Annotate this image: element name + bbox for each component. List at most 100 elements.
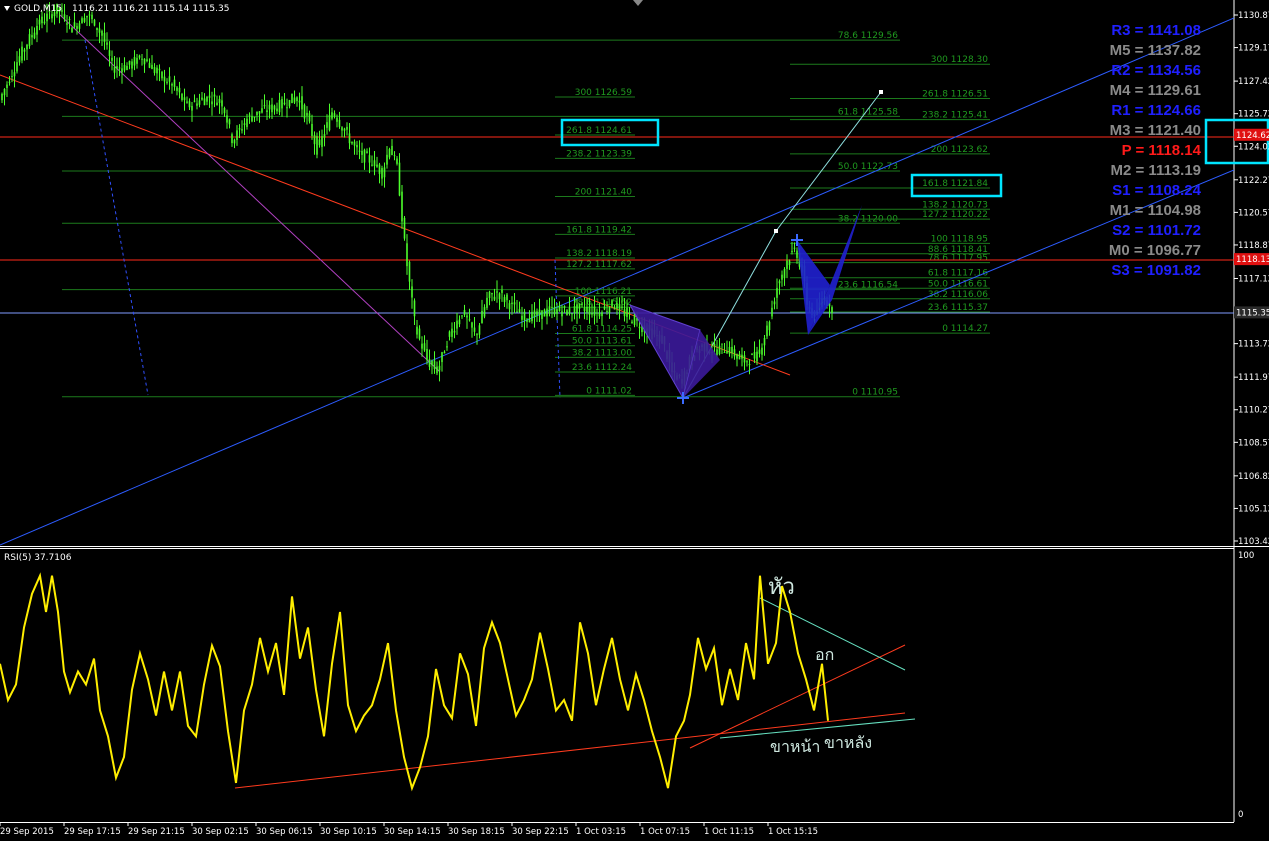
candle-body: [301, 96, 303, 110]
candle-body: [386, 154, 388, 165]
pivot-level-label: R1 = 1124.66: [1111, 102, 1201, 119]
candle-body: [348, 133, 351, 144]
last-price-tag: 1115.35: [1236, 308, 1269, 318]
candle-body: [593, 306, 596, 316]
candle-body: [598, 313, 601, 317]
candle-body: [606, 310, 608, 312]
candle-body: [421, 343, 423, 349]
rsi-annotation: อก: [815, 645, 834, 664]
price-tick-label: 1113.72: [1238, 340, 1269, 350]
pivot-level-label: R2 = 1134.56: [1111, 62, 1201, 79]
candle-body: [451, 328, 453, 337]
fib-level-label: 61.8 1114.25: [572, 324, 632, 334]
candle-body: [481, 310, 483, 324]
candle-body: [538, 309, 541, 316]
candle-body: [148, 62, 151, 68]
candle-body: [311, 123, 313, 136]
projection-dotted-line: [84, 39, 149, 396]
shift-marker-icon[interactable]: [633, 0, 643, 6]
candle-body: [631, 321, 633, 324]
candle-body: [758, 349, 761, 354]
candle-body: [181, 93, 183, 101]
candle-body: [566, 310, 568, 316]
dropdown-icon[interactable]: [4, 6, 10, 11]
candle-body: [396, 158, 398, 164]
candle-body: [248, 114, 251, 116]
candle-body: [526, 319, 528, 322]
chart-window: { "header": { "symbol": "GOLD,M15", "pri…: [0, 0, 1269, 841]
candle-body: [351, 142, 353, 144]
candle-body: [51, 14, 53, 19]
price-tick-label: 1124.02: [1238, 142, 1269, 152]
candle-body: [571, 313, 573, 315]
candle-body: [6, 84, 8, 89]
candle-body: [613, 308, 616, 310]
candle-body: [103, 32, 106, 43]
candles: [1, 2, 833, 395]
fib-level-label: 261.8 1126.51: [922, 90, 988, 100]
candle-body: [583, 307, 586, 312]
candle-body: [276, 108, 278, 112]
candle-body: [591, 312, 593, 315]
candle-body: [603, 306, 606, 310]
rsi-baseline: [719, 718, 916, 739]
candle-body: [546, 308, 548, 317]
time-tick-label: 30 Sep 10:15: [320, 827, 377, 837]
fib-level-label: 23.6 1115.37: [928, 303, 988, 313]
fib-level-label: 78.6 1117.95: [928, 254, 988, 264]
candle-body: [321, 136, 323, 147]
fib-level-label: 200 1121.40: [575, 187, 633, 197]
candle-body: [441, 352, 443, 363]
candle-body: [573, 306, 576, 313]
candle-body: [473, 327, 476, 332]
candle-body: [608, 307, 611, 313]
rsi-neckline: [689, 644, 906, 749]
fib-level-label: 0 1110.95: [852, 388, 898, 398]
fib-level-label: 78.6 1129.56: [838, 31, 898, 41]
candle-body: [303, 104, 306, 119]
candle-body: [86, 15, 88, 18]
candle-body: [283, 102, 286, 105]
pivot-level-label: R3 = 1141.08: [1111, 22, 1201, 39]
candle-body: [93, 19, 96, 26]
candle-body: [796, 250, 798, 258]
candle-body: [308, 113, 311, 122]
candle-body: [381, 168, 383, 179]
fibonacci-levels: 300 1126.59 261.8 1124.61 238.2 1123.39 200…: [62, 31, 990, 398]
candle-body: [436, 366, 438, 374]
time-tick-label: 30 Sep 22:15: [512, 827, 569, 837]
candle-body: [578, 303, 581, 309]
candle-body: [23, 49, 26, 52]
candle-body: [533, 310, 536, 318]
candle-body: [518, 309, 521, 312]
candle-body: [521, 315, 523, 320]
candle-body: [123, 65, 126, 71]
candle-body: [466, 315, 468, 318]
fib-level-label: 238.2 1123.39: [566, 149, 632, 159]
candle-body: [178, 87, 181, 93]
candle-body: [383, 167, 386, 178]
candle-body: [581, 303, 583, 305]
candle-body: [293, 97, 296, 103]
candle-body: [401, 191, 403, 222]
candle-body: [66, 23, 68, 25]
price-tick-label: 1129.17: [1238, 44, 1269, 54]
candle-body: [483, 307, 486, 317]
candle-body: [271, 104, 273, 113]
pivot-marker-icon: [791, 234, 803, 246]
candle-body: [498, 293, 501, 300]
candle-body: [511, 302, 513, 305]
candle-body: [16, 62, 18, 72]
candle-body: [238, 128, 241, 130]
candle-body: [233, 139, 236, 144]
candle-body: [736, 354, 738, 359]
candle-body: [553, 306, 556, 315]
candle-body: [138, 55, 141, 58]
pivot-level-label: M2 = 1113.19: [1111, 162, 1202, 179]
candle-body: [298, 100, 301, 103]
candle-body: [596, 312, 598, 314]
candle-body: [341, 127, 343, 131]
time-tick-label: 1 Oct 11:15: [704, 827, 754, 837]
rsi-label: RSI(5) 37.7106: [4, 553, 72, 563]
candle-body: [433, 360, 436, 370]
